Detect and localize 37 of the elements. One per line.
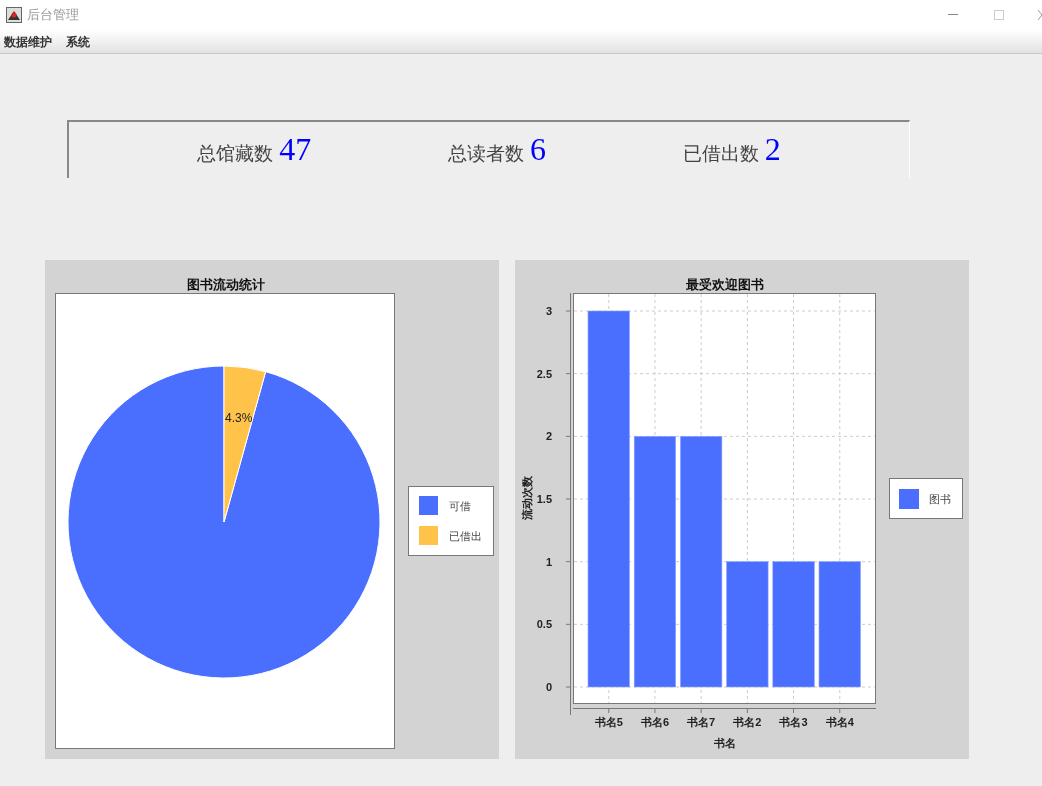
y-tick-label: 1 xyxy=(545,555,552,568)
x-axis-title: 书名 xyxy=(714,737,736,749)
stat-value: 6 xyxy=(530,132,546,165)
stat-label: 已借出数 xyxy=(682,140,759,166)
y-tick-label: 2.5 xyxy=(536,367,552,380)
legend-swatch xyxy=(419,496,438,515)
y-tick-label: 0.5 xyxy=(536,618,552,631)
y-axis-title: 流动次数 xyxy=(521,476,533,520)
stat-value: 2 xyxy=(764,132,781,165)
minimize-icon[interactable] xyxy=(948,14,958,16)
app-icon xyxy=(6,7,22,23)
maximize-icon[interactable] xyxy=(994,10,1004,20)
menu-item[interactable]: 数据维护 xyxy=(4,32,52,51)
x-tick-label: 书名4 xyxy=(825,716,854,728)
window-title: 后台管理 xyxy=(27,6,79,25)
y-tick-label: 1.5 xyxy=(536,493,552,505)
menu-item[interactable]: 系统 xyxy=(66,32,90,51)
y-tick-label: 0 xyxy=(545,681,552,693)
stat-label: 总读者数 xyxy=(448,140,524,166)
x-tick-label: 书名7 xyxy=(687,716,716,728)
chart-title: 最受欢迎图书 xyxy=(686,277,764,292)
x-tick-label: 书名6 xyxy=(640,716,669,728)
data-label: 4.3% xyxy=(225,411,253,425)
close-icon[interactable] xyxy=(1038,10,1042,20)
y-tick-label: 2 xyxy=(545,430,552,443)
x-tick-label: 书名2 xyxy=(733,716,762,728)
x-tick-label: 书名5 xyxy=(594,716,623,728)
y-tick-label: 3 xyxy=(545,305,552,317)
legend-swatch xyxy=(419,526,438,545)
legend-label: 图书 xyxy=(929,493,951,506)
legend-label: 已借出 xyxy=(449,530,482,543)
x-tick-label: 书名3 xyxy=(779,716,808,728)
chart-title: 图书流动统计 xyxy=(187,277,265,292)
legend-swatch xyxy=(899,489,919,509)
legend-label: 可借 xyxy=(449,500,471,513)
stat-label: 总馆藏数 xyxy=(197,140,274,166)
stat-value: 47 xyxy=(279,132,312,165)
